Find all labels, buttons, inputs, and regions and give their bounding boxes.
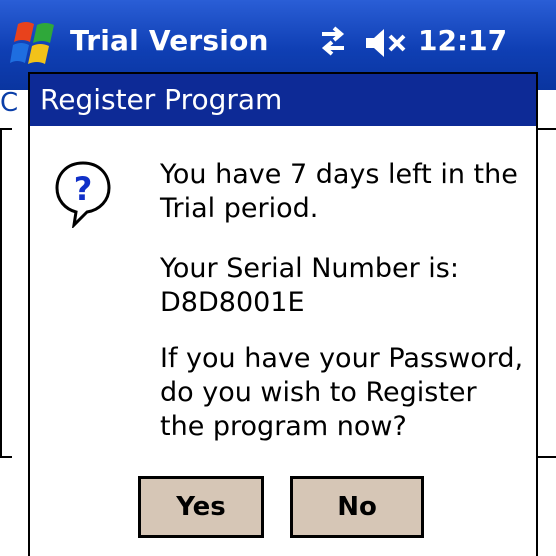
background-panel xyxy=(0,128,12,458)
volume-muted-icon[interactable] xyxy=(364,24,410,62)
trial-message: You have 7 days left in the Trial period… xyxy=(160,158,530,226)
message-line: Your Serial Number is: xyxy=(160,253,459,284)
register-dialog: Register Program ? You have 7 days left … xyxy=(28,72,538,556)
message-line: the program now? xyxy=(160,411,407,442)
connectivity-icon[interactable] xyxy=(318,24,348,58)
message-line: You have 7 days left in the xyxy=(160,159,518,190)
no-button[interactable]: No xyxy=(290,476,424,538)
serial-number: D8D8001E xyxy=(160,287,305,318)
yes-button[interactable]: Yes xyxy=(138,476,264,538)
message-line: do you wish to Register xyxy=(160,377,477,408)
clock[interactable]: 12:17 xyxy=(418,24,507,57)
question-icon: ? xyxy=(55,161,111,228)
background-divider xyxy=(536,456,556,458)
windows-flag-icon[interactable] xyxy=(10,16,60,70)
background-partial-label: C xyxy=(0,88,19,118)
svg-text:?: ? xyxy=(74,170,93,208)
message-line: If you have your Password, xyxy=(160,343,524,374)
serial-message: Your Serial Number is: D8D8001E xyxy=(160,252,530,320)
register-question: If you have your Password, do you wish t… xyxy=(160,342,530,444)
app-title: Trial Version xyxy=(70,24,269,57)
dialog-header: Register Program xyxy=(30,74,536,126)
message-line: Trial period. xyxy=(160,193,319,224)
dialog-title: Register Program xyxy=(40,83,283,116)
background-divider xyxy=(536,128,556,130)
